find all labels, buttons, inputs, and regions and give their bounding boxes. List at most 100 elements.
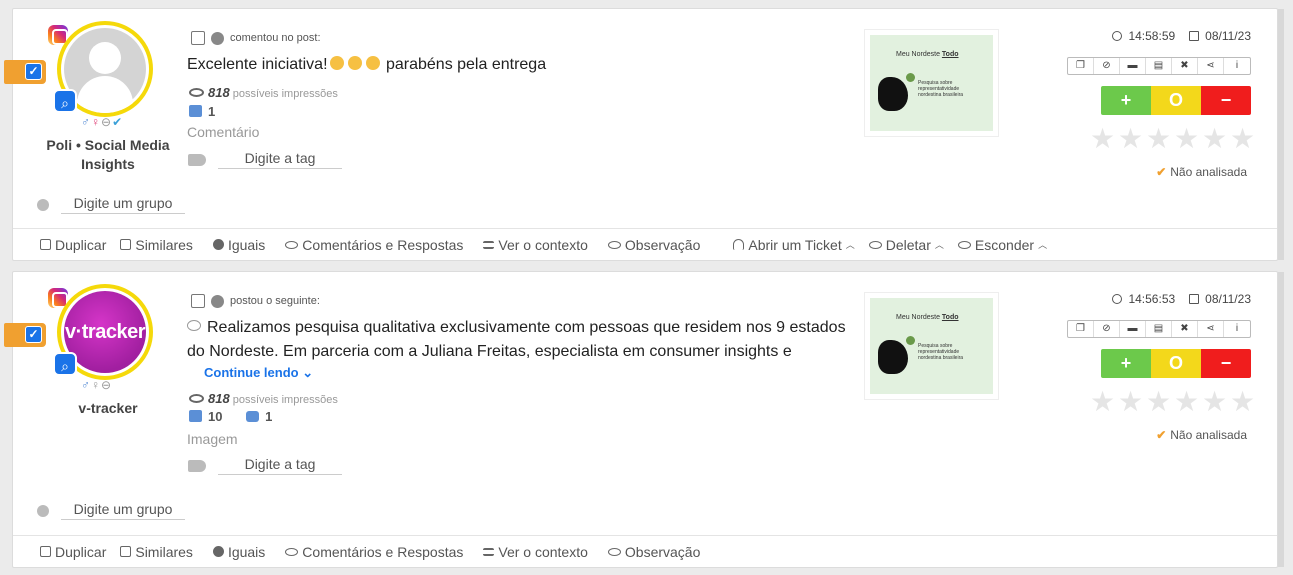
note-action[interactable]: Observação — [607, 237, 700, 253]
star-icon[interactable]: ★ — [1174, 125, 1199, 153]
copy-icon[interactable]: ❐ — [1068, 58, 1094, 74]
external-link-icon[interactable] — [191, 294, 205, 308]
star-icon[interactable]: ★ — [1118, 125, 1143, 153]
group-input[interactable]: Digite um grupo — [61, 195, 185, 214]
delete-action[interactable]: Deletar ︿ — [868, 237, 944, 253]
negative-button[interactable]: − — [1201, 86, 1251, 115]
context-action[interactable]: Ver o contexto — [483, 544, 588, 560]
post-time: 14:56:53 — [1128, 292, 1176, 306]
male-icon: ♂ — [81, 378, 91, 392]
clap-emoji-icon — [347, 56, 362, 70]
female-icon: ♀ — [91, 378, 101, 392]
group-input[interactable]: Digite um grupo — [61, 501, 185, 520]
star-icon[interactable]: ★ — [1146, 388, 1171, 416]
star-icon[interactable]: ★ — [1230, 125, 1255, 153]
ticket-action[interactable]: Abrir um Ticket ︿ — [733, 237, 855, 253]
rating-stars: ★ ★ ★ ★ ★ ★ — [1090, 388, 1255, 416]
note-action[interactable]: Observação — [607, 544, 700, 560]
similar-action[interactable]: Similares — [120, 544, 193, 560]
remove-icon[interactable]: ✖ — [1172, 321, 1198, 337]
neutral-icon: ⊖ — [101, 115, 113, 129]
neutral-button[interactable]: O — [1151, 349, 1201, 378]
sentiment-selector: + O − — [1101, 349, 1251, 378]
mention-toolbar: ❐ ⊘ ▬ ▤ ✖ ⋖ i — [1067, 57, 1251, 75]
equals-action[interactable]: Iguais — [212, 544, 265, 560]
comments-icon — [285, 240, 299, 249]
star-icon[interactable]: ★ — [1090, 125, 1115, 153]
remove-icon[interactable]: ✖ — [1172, 58, 1198, 74]
duplicate-action[interactable]: Duplicar — [40, 237, 106, 253]
info-icon[interactable]: i — [1224, 321, 1250, 337]
mention-card: ✓ ⌕ ♂♀⊖✔ Poli • Social Media Insights co… — [4, 8, 1284, 261]
tag-input[interactable]: Digite a tag — [218, 456, 342, 475]
impressions: 818 possíveis impressões — [189, 391, 338, 406]
gender-icons: ♂♀⊖✔ — [81, 115, 123, 129]
star-icon[interactable]: ★ — [1202, 388, 1227, 416]
star-icon[interactable]: ★ — [1230, 388, 1255, 416]
negative-button[interactable]: − — [1201, 349, 1251, 378]
comments-icon — [285, 547, 299, 556]
similar-action[interactable]: Similares — [120, 237, 193, 253]
star-icon[interactable]: ★ — [1202, 125, 1227, 153]
headset-icon — [733, 239, 745, 250]
archive-icon[interactable]: ▬ — [1120, 58, 1146, 74]
block-icon[interactable]: ⊘ — [1094, 58, 1120, 74]
continue-reading-link[interactable]: Continue lendo ⌄ — [204, 365, 313, 381]
star-icon[interactable]: ★ — [1146, 125, 1171, 153]
translate-icon[interactable]: ▤ — [1146, 321, 1172, 337]
select-checkbox-tab[interactable]: ✓ — [4, 60, 46, 84]
comments-action[interactable]: Comentários e Respostas — [285, 237, 463, 253]
copy-icon[interactable]: ❐ — [1068, 321, 1094, 337]
calendar-icon — [1189, 31, 1200, 41]
engagement: 10 1 — [189, 409, 272, 424]
chevron-down-icon: ⌄ — [302, 365, 314, 380]
equals-icon — [212, 239, 224, 250]
user-icon — [37, 198, 49, 211]
select-checkbox-tab[interactable]: ✓ — [4, 323, 46, 347]
post-text: Realizamos pesquisa qualitativa exclusiv… — [187, 319, 846, 360]
author-name[interactable]: Poli • Social Media Insights — [33, 136, 183, 174]
positive-button[interactable]: + — [1101, 86, 1151, 115]
post-action: postou o seguinte: — [230, 295, 320, 307]
globe-icon — [211, 31, 224, 45]
neutral-icon: ⊖ — [101, 378, 113, 392]
star-icon[interactable]: ★ — [1174, 388, 1199, 416]
hide-action[interactable]: Esconder ︿ — [957, 237, 1047, 253]
share-icon[interactable]: ⋖ — [1198, 58, 1224, 74]
clap-emoji-icon — [329, 56, 344, 70]
info-icon[interactable]: i — [1224, 58, 1250, 74]
checkbox-checked-icon[interactable]: ✓ — [25, 326, 42, 343]
tag-input[interactable]: Digite a tag — [218, 150, 342, 169]
eye-icon — [607, 240, 621, 249]
list-icon — [483, 547, 495, 556]
positive-button[interactable]: + — [1101, 349, 1151, 378]
post-thumbnail[interactable]: Meu Nordeste Todo Pesquisa sobre represe… — [864, 29, 999, 137]
user-icon — [37, 504, 49, 517]
star-icon[interactable]: ★ — [1090, 388, 1115, 416]
comments-action[interactable]: Comentários e Respostas — [285, 544, 463, 560]
like-icon — [189, 410, 202, 422]
archive-icon[interactable]: ▬ — [1120, 321, 1146, 337]
equals-action[interactable]: Iguais — [212, 237, 265, 253]
clock-icon — [1112, 31, 1123, 41]
comment-icon — [246, 411, 260, 422]
analysis-status: ✔ Não analisada — [1156, 428, 1247, 442]
post-thumbnail[interactable]: Meu Nordeste Todo Pesquisa sobre represe… — [864, 292, 999, 400]
chevron-up-icon: ︿ — [934, 240, 944, 250]
share-icon[interactable]: ⋖ — [1198, 321, 1224, 337]
duplicate-action[interactable]: Duplicar — [40, 544, 106, 560]
close-icon — [906, 73, 915, 82]
star-icon[interactable]: ★ — [1118, 388, 1143, 416]
context-action[interactable]: Ver o contexto — [483, 237, 588, 253]
checkbox-checked-icon[interactable]: ✓ — [25, 63, 42, 80]
author-name[interactable]: v-tracker — [33, 399, 183, 418]
eye-slash-icon — [868, 240, 882, 249]
translate-icon[interactable]: ▤ — [1146, 58, 1172, 74]
external-link-icon[interactable] — [191, 31, 205, 45]
block-icon[interactable]: ⊘ — [1094, 321, 1120, 337]
search-icon[interactable]: ⌕ — [53, 89, 77, 113]
mentions-feed: ✓ ⌕ ♂♀⊖✔ Poli • Social Media Insights co… — [0, 0, 1293, 575]
neutral-button[interactable]: O — [1151, 86, 1201, 115]
copy-icon — [120, 546, 132, 557]
search-icon[interactable]: ⌕ — [53, 352, 77, 376]
